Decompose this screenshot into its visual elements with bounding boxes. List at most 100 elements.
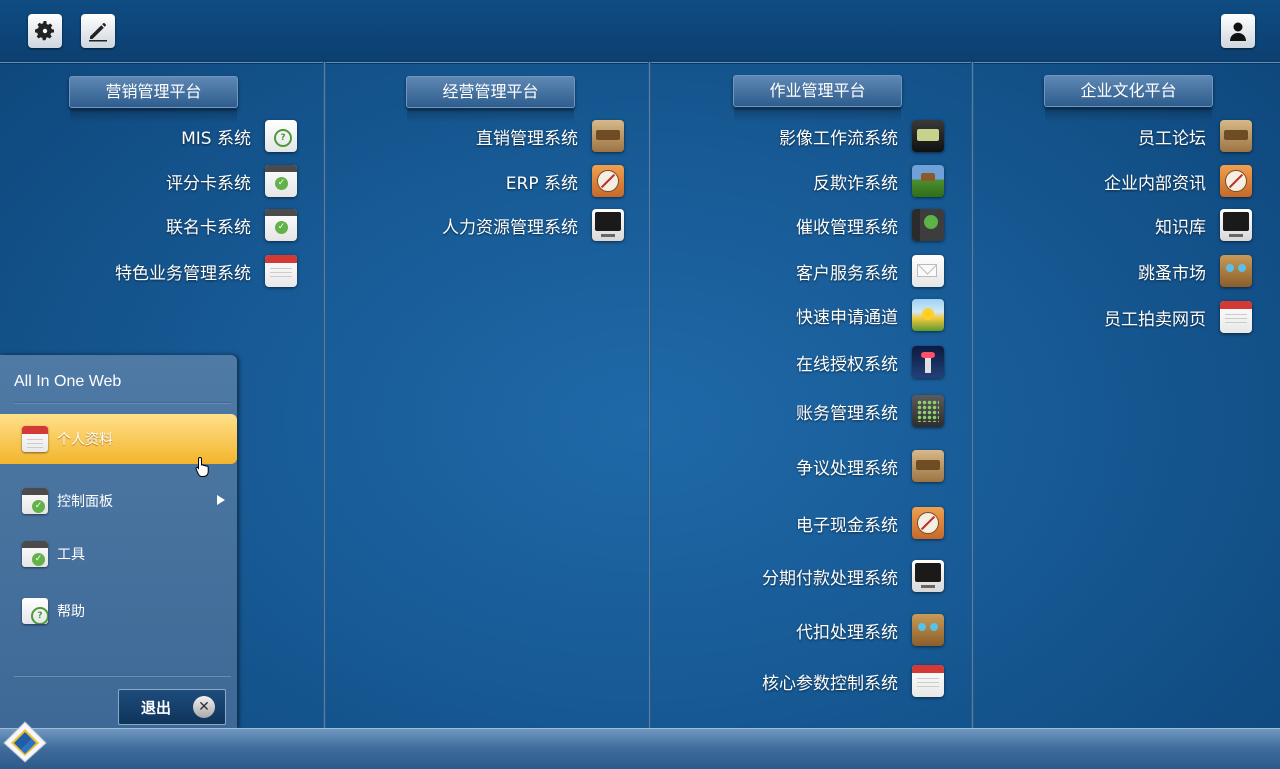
app-label: 在线授权系统 [796,354,898,375]
app-label: 客户服务系统 [796,263,898,284]
app-item-image-workflow[interactable]: 影像工作流系统 [779,119,944,153]
column-divider [971,62,974,728]
gear-icon [35,21,54,41]
user-icon [1230,22,1246,41]
app-label: 员工拍卖网页 [1104,309,1206,330]
column-divider [323,62,326,728]
app-item-erp[interactable]: ERP 系统 [506,164,624,198]
exit-label: 退出 [141,698,172,717]
menu-divider [14,402,231,404]
compass-icon [1220,165,1252,197]
app-label: 员工论坛 [1138,128,1206,149]
app-item-anti-fraud[interactable]: 反欺诈系统 [813,164,944,198]
menu-divider [14,675,231,677]
app-label: 反欺诈系统 [813,173,898,194]
app-label: 评分卡系统 [166,173,251,194]
app-item-fast-application[interactable]: 快速申请通道 [796,298,944,332]
section-header-marketing: 营销管理平台 [69,76,238,123]
app-item-accounting[interactable]: 账务管理系统 [796,394,944,428]
box-icon [592,120,624,152]
app-label: 知识库 [1155,217,1206,238]
app-label: 账务管理系统 [796,403,898,424]
box-icon [912,450,944,482]
app-label: 特色业务管理系统 [115,263,251,284]
monitor-icon [1220,209,1252,241]
user-button[interactable] [1221,14,1255,48]
exit-button[interactable]: 退出 ✕ [118,689,226,725]
app-item-core-parameters[interactable]: 核心参数控制系统 [762,664,944,698]
app-item-online-authorization[interactable]: 在线授权系统 [796,345,944,379]
app-label: 企业内部资讯 [1104,173,1206,194]
app-label: 快速申请通道 [796,307,898,328]
menu-item-label: 帮助 [57,604,85,620]
owl-icon [912,614,944,646]
grass-icon [912,165,944,197]
app-item-knowledge-base[interactable]: 知识库 [1155,208,1252,242]
section-header-processing: 作业管理平台 [733,75,902,122]
top-bar [0,0,1280,63]
app-item-cobrand-card[interactable]: 联名卡系统 [166,208,297,242]
app-item-dispute[interactable]: 争议处理系统 [796,449,944,483]
lighthouse-icon [912,346,944,378]
app-item-internal-news[interactable]: 企业内部资讯 [1104,164,1252,198]
app-label: 跳蚤市场 [1138,263,1206,284]
app-item-customer-service[interactable]: 客户服务系统 [796,254,944,288]
app-item-collections[interactable]: 催收管理系统 [796,208,944,242]
app-label: 影像工作流系统 [779,128,898,149]
menu-item-help[interactable]: 帮助 [0,586,237,636]
menu-item-label: 个人资料 [57,432,113,448]
book-icon [912,209,944,241]
monitor-icon [592,209,624,241]
app-item-mis[interactable]: MIS 系统 [181,119,297,153]
mail-icon [912,255,944,287]
menu-item-tools[interactable]: 工具 [0,529,237,579]
app-item-hr[interactable]: 人力资源管理系统 [442,208,624,242]
section-header-operations: 经营管理平台 [406,76,575,123]
app-label: ERP 系统 [505,173,578,194]
app-item-scorecard[interactable]: 评分卡系统 [166,164,297,198]
menu-item-control-panel[interactable]: 控制面板 [0,476,237,526]
edit-button[interactable] [81,14,115,48]
app-label: 争议处理系统 [796,458,898,479]
app-label: 催收管理系统 [796,217,898,238]
settings-button[interactable] [28,14,62,48]
hand-cursor-icon [195,456,209,477]
cloud-icon [22,598,48,624]
app-item-direct-sales[interactable]: 直销管理系统 [476,119,624,153]
app-label: 代扣处理系统 [796,622,898,643]
column-divider [648,62,651,728]
start-logo-icon[interactable] [2,718,48,764]
app-label: 人力资源管理系统 [442,217,578,238]
app-item-direct-debit[interactable]: 代扣处理系统 [796,613,944,647]
compass-icon [912,507,944,539]
check-window-icon [265,165,297,197]
calculator-icon [912,395,944,427]
app-label: 电子现金系统 [796,515,898,536]
menu-item-label: 工具 [57,547,85,563]
app-item-employee-auction[interactable]: 员工拍卖网页 [1104,300,1252,334]
box-icon [1220,120,1252,152]
app-item-installment[interactable]: 分期付款处理系统 [762,559,944,593]
taskbar [0,728,1280,769]
calendar-icon [912,665,944,697]
app-item-e-cash[interactable]: 电子现金系统 [796,506,944,540]
check-window-icon [22,541,48,567]
start-menu: All In One Web 个人资料 控制面板 工具 帮助 退出 ✕ [0,355,237,728]
app-item-employee-forum[interactable]: 员工论坛 [1138,119,1252,153]
check-window-icon [265,209,297,241]
monitor-icon [912,560,944,592]
app-item-special-business[interactable]: 特色业务管理系统 [115,254,297,288]
cloud-icon [265,120,297,152]
app-label: 核心参数控制系统 [762,673,898,694]
section-header-culture: 企业文化平台 [1044,75,1213,122]
app-item-flea-market[interactable]: 跳蚤市场 [1138,254,1252,288]
app-label: MIS 系统 [181,128,251,149]
submenu-arrow-icon [217,495,225,505]
film-icon [912,120,944,152]
app-label: 联名卡系统 [166,217,251,238]
owl-icon [1220,255,1252,287]
app-label: 直销管理系统 [476,128,578,149]
menu-title: All In One Web [14,373,122,390]
pencil-icon [89,23,107,42]
app-label: 分期付款处理系统 [762,568,898,589]
